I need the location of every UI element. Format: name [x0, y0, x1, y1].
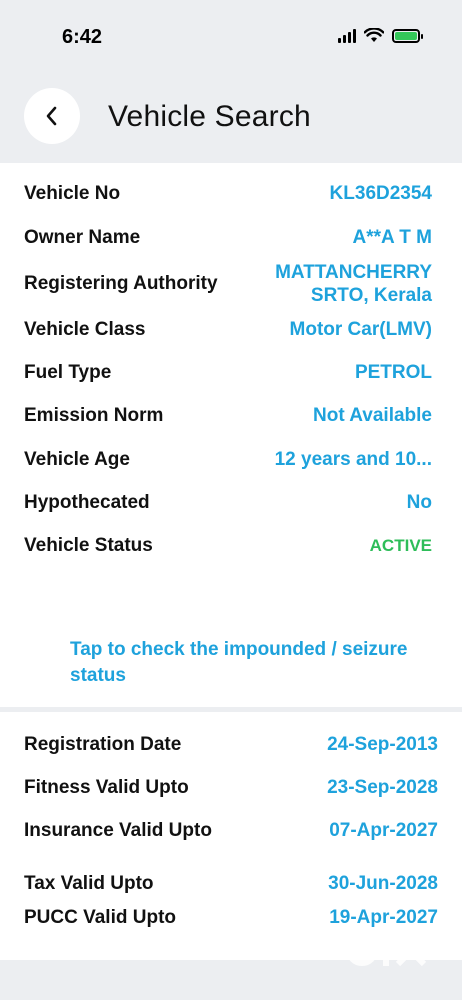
- page-title: Vehicle Search: [108, 100, 311, 133]
- detail-value: No: [406, 492, 432, 513]
- detail-value: KL36D2354: [329, 183, 432, 204]
- validity-label: PUCC Valid Upto: [24, 907, 177, 928]
- detail-value: Motor Car(LMV): [289, 319, 432, 340]
- detail-label: Vehicle Class: [24, 319, 146, 340]
- status-badge: ACTIVE: [369, 536, 432, 555]
- validity-value: 24-Sep-2013: [327, 734, 438, 755]
- validity-value: 30-Jun-2028: [328, 873, 438, 894]
- vehicle-details-card: Vehicle No KL36D2354 Owner Name A**A T M…: [0, 163, 462, 707]
- validity-value: 07-Apr-2027: [329, 820, 438, 841]
- detail-value: PETROL: [354, 362, 432, 383]
- status-icons: [338, 28, 423, 43]
- validity-value: 23-Sep-2028: [327, 777, 438, 798]
- olx-watermark: [346, 932, 427, 967]
- impound-status-link[interactable]: Tap to check the impounded / seizure sta…: [70, 637, 430, 689]
- detail-value: 12 years and 10...: [274, 449, 432, 470]
- detail-label: Owner Name: [24, 227, 141, 248]
- detail-value: MATTANCHERRY SRTO, Kerala: [275, 262, 432, 306]
- cellular-signal-icon: [338, 28, 356, 43]
- detail-label: Registering Authority: [24, 273, 218, 294]
- battery-charging-icon: [392, 28, 423, 43]
- validity-label: Insurance Valid Upto: [24, 820, 212, 841]
- wifi-icon: [364, 28, 384, 42]
- detail-label: Emission Norm: [24, 405, 164, 426]
- validity-value: 19-Apr-2027: [329, 907, 438, 928]
- detail-label: Vehicle Age: [24, 449, 130, 470]
- detail-label: Fuel Type: [24, 362, 112, 383]
- detail-label: Vehicle No: [24, 183, 121, 204]
- validity-label: Tax Valid Upto: [24, 873, 154, 894]
- chevron-left-icon: [46, 106, 57, 126]
- validity-label: Registration Date: [24, 734, 182, 755]
- validity-label: Fitness Valid Upto: [24, 777, 189, 798]
- detail-value: A**A T M: [352, 227, 432, 248]
- back-button[interactable]: [24, 88, 80, 144]
- detail-label: Vehicle Status: [24, 535, 153, 556]
- status-time: 6:42: [62, 26, 103, 48]
- status-bar: 6:42: [0, 0, 462, 70]
- header: Vehicle Search: [0, 86, 462, 156]
- validity-card: Registration Date 24-Sep-2013 Fitness Va…: [0, 712, 462, 960]
- detail-value: Not Available: [313, 405, 432, 426]
- detail-label: Hypothecated: [24, 492, 150, 513]
